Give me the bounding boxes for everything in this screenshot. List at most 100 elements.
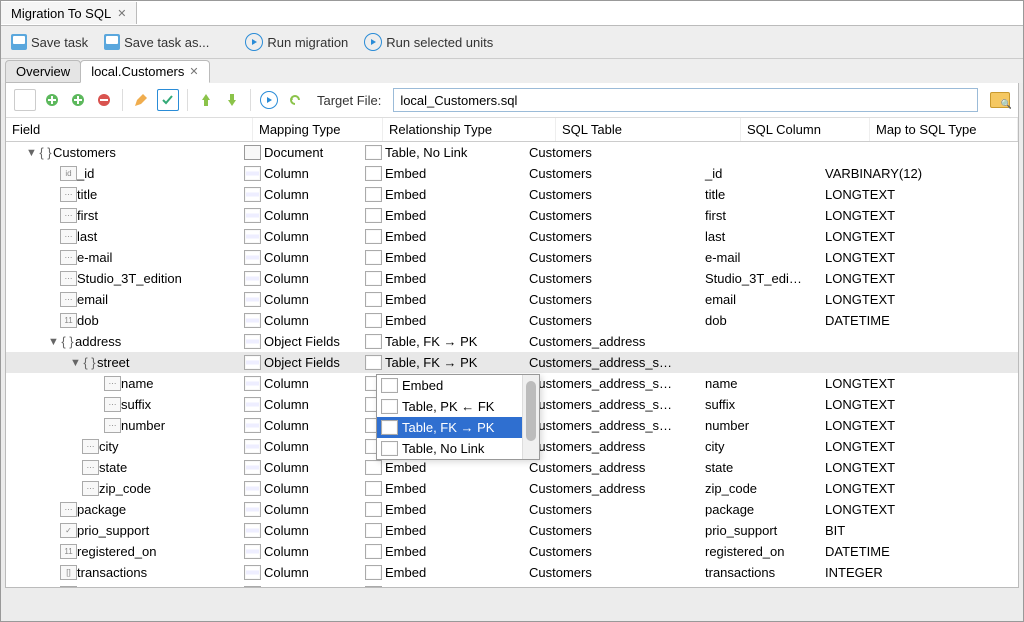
field-type-icon: ✓ (60, 523, 77, 538)
relationship-dropdown: Embed Table, PK ← FK Table, FK → PKTable, … (376, 374, 540, 460)
field-name: _id (77, 166, 94, 181)
table-row[interactable]: ▼{ } CustomersDocumentTable, No LinkCust… (6, 142, 1018, 163)
table-row[interactable]: [] transactionsColumnEmbedCustomerstrans… (6, 562, 1018, 583)
relationship-type: Embed (385, 313, 426, 328)
header-field[interactable]: Field (6, 118, 253, 141)
field-type-icon: ⋯ (60, 229, 77, 244)
tree-twisty-icon[interactable]: ▼ (26, 147, 37, 159)
sql-type: DATETIME (825, 313, 890, 328)
relationship-type: Embed (385, 586, 426, 587)
relationship-icon (365, 187, 382, 202)
add-child-icon[interactable] (68, 90, 88, 110)
editor-tab-migration[interactable]: Migration To SQL ✕ (1, 2, 137, 24)
table-row[interactable]: ⋯ zip_codeColumnEmbedCustomers_addresszi… (6, 478, 1018, 499)
field-name: Customers (53, 145, 116, 160)
tree-twisty-icon[interactable]: ▼ (70, 357, 81, 369)
header-sql-table[interactable]: SQL Table (556, 118, 741, 141)
mapping-icon (244, 145, 261, 160)
tab-overview[interactable]: Overview (5, 60, 81, 83)
sql-column: transactions (705, 565, 775, 580)
dropdown-item[interactable]: Table, No Link (377, 438, 539, 459)
table-row[interactable]: ▼{ } streetObject FieldsTable, FK → PKCu… (6, 352, 1018, 373)
dropdown-item[interactable]: Embed (377, 375, 539, 396)
table-row[interactable]: 11 dobColumnEmbedCustomersdobDATETIME (6, 310, 1018, 331)
field-name: e-mail (77, 250, 112, 265)
undo-icon[interactable] (285, 90, 305, 110)
play-icon (245, 33, 263, 51)
sql-column: prio_support (705, 523, 777, 538)
target-file-label: Target File: (317, 93, 381, 108)
table-row[interactable]: ⋯ emailColumnEmbedCustomersemailLONGTEXT (6, 289, 1018, 310)
mapping-icon (244, 187, 261, 202)
sql-column: state (705, 460, 733, 475)
move-up-icon[interactable] (196, 90, 216, 110)
relationship-icon (365, 250, 382, 265)
field-type-icon: { } (82, 356, 97, 369)
preview-icon[interactable] (259, 90, 279, 110)
table-row[interactable]: ⋯ lastColumnEmbedCustomerslastLONGTEXT (6, 226, 1018, 247)
mapping-icon (244, 418, 261, 433)
dropdown-item-label: Table, PK ← FK (402, 399, 494, 414)
table-row[interactable]: ⋯ packageColumnEmbedCustomerspackageLONG… (6, 499, 1018, 520)
target-file-input[interactable] (393, 88, 978, 112)
mapping-icon (244, 271, 261, 286)
relationship-icon (365, 481, 382, 496)
run-migration-button[interactable]: Run migration (241, 31, 352, 53)
mapping-icon (244, 523, 261, 538)
sql-type: LONGTEXT (825, 250, 895, 265)
table-row[interactable]: ▼{ } addressObject FieldsTable, FK → PKC… (6, 331, 1018, 352)
run-selected-units-button[interactable]: Run selected units (360, 31, 497, 53)
header-sql-type[interactable]: Map to SQL Type (870, 118, 1018, 141)
relationship-icon (381, 420, 398, 435)
relationship-type: Embed (385, 544, 426, 559)
table-row[interactable]: 11 registered_onColumnEmbedCustomersregi… (6, 541, 1018, 562)
mapping-icon (244, 313, 261, 328)
field-name: title (77, 187, 97, 202)
remove-icon[interactable] (94, 90, 114, 110)
dropdown-item[interactable]: Table, PK ← FK (377, 396, 539, 417)
field-name: transactions (77, 565, 147, 580)
sql-type: LONGTEXT (825, 292, 895, 307)
scrollbar-thumb[interactable] (526, 381, 536, 441)
new-icon[interactable] (14, 89, 36, 111)
field-type-icon: ⋯ (82, 481, 99, 496)
move-down-icon[interactable] (222, 90, 242, 110)
close-icon[interactable]: ✕ (117, 7, 126, 20)
mapping-icon (244, 460, 261, 475)
sql-type: LONGTEXT (825, 502, 895, 517)
header-mapping[interactable]: Mapping Type (253, 118, 383, 141)
field-type-icon: ⋯ (104, 418, 121, 433)
table-row[interactable]: ⋯ stateColumnEmbedCustomers_addressstate… (6, 457, 1018, 478)
tab-local-customers[interactable]: local.Customers✕ (80, 60, 209, 83)
table-row[interactable]: id _idColumnEmbedCustomers_idVARBINARY(1… (6, 163, 1018, 184)
sql-type: LONGTEXT (825, 397, 895, 412)
add-icon[interactable] (42, 90, 62, 110)
table-row[interactable]: ⋯ e-mailColumnEmbedCustomerse-mailLONGTE… (6, 247, 1018, 268)
table-row[interactable]: ⋯ titleColumnEmbedCustomerstitleLONGTEXT (6, 184, 1018, 205)
header-sql-column[interactable]: SQL Column (741, 118, 870, 141)
relationship-icon (365, 355, 382, 370)
table-row[interactable]: ⋯ firstColumnEmbedCustomersfirstLONGTEXT (6, 205, 1018, 226)
save-task-button[interactable]: Save task (7, 32, 92, 52)
table-row[interactable]: ⋯ Studio_3T_editionColumnEmbedCustomersS… (6, 268, 1018, 289)
check-icon[interactable] (157, 89, 179, 111)
mapping-icon (244, 355, 261, 370)
sql-column: Studio_3T_edi… (705, 271, 802, 286)
table-row[interactable]: ✓ prio_supportColumnEmbedCustomersprio_s… (6, 520, 1018, 541)
dropdown-item[interactable]: Table, FK → PK (377, 417, 539, 438)
header-relationship[interactable]: Relationship Type (383, 118, 556, 141)
close-icon[interactable]: ✕ (189, 65, 198, 78)
main-toolbar: Save task Save task as... Run migration … (1, 26, 1023, 59)
tree-twisty-icon[interactable]: ▼ (48, 336, 59, 348)
field-type-icon: ⋯ (60, 271, 77, 286)
sql-column: first (705, 208, 726, 223)
edit-icon[interactable] (131, 90, 151, 110)
dropdown-scrollbar[interactable] (522, 375, 539, 459)
table-row[interactable]: ⋯ petColumnEmbedCustomerspetLONGTEXT (6, 583, 1018, 587)
mapping-type: Column (264, 166, 309, 181)
sql-table: Customers_address_s… (529, 397, 672, 412)
relationship-type: Table, No Link (385, 145, 467, 160)
browse-folder-icon[interactable] (990, 92, 1010, 108)
field-type-icon: ⋯ (60, 502, 77, 517)
save-task-as-button[interactable]: Save task as... (100, 32, 213, 52)
